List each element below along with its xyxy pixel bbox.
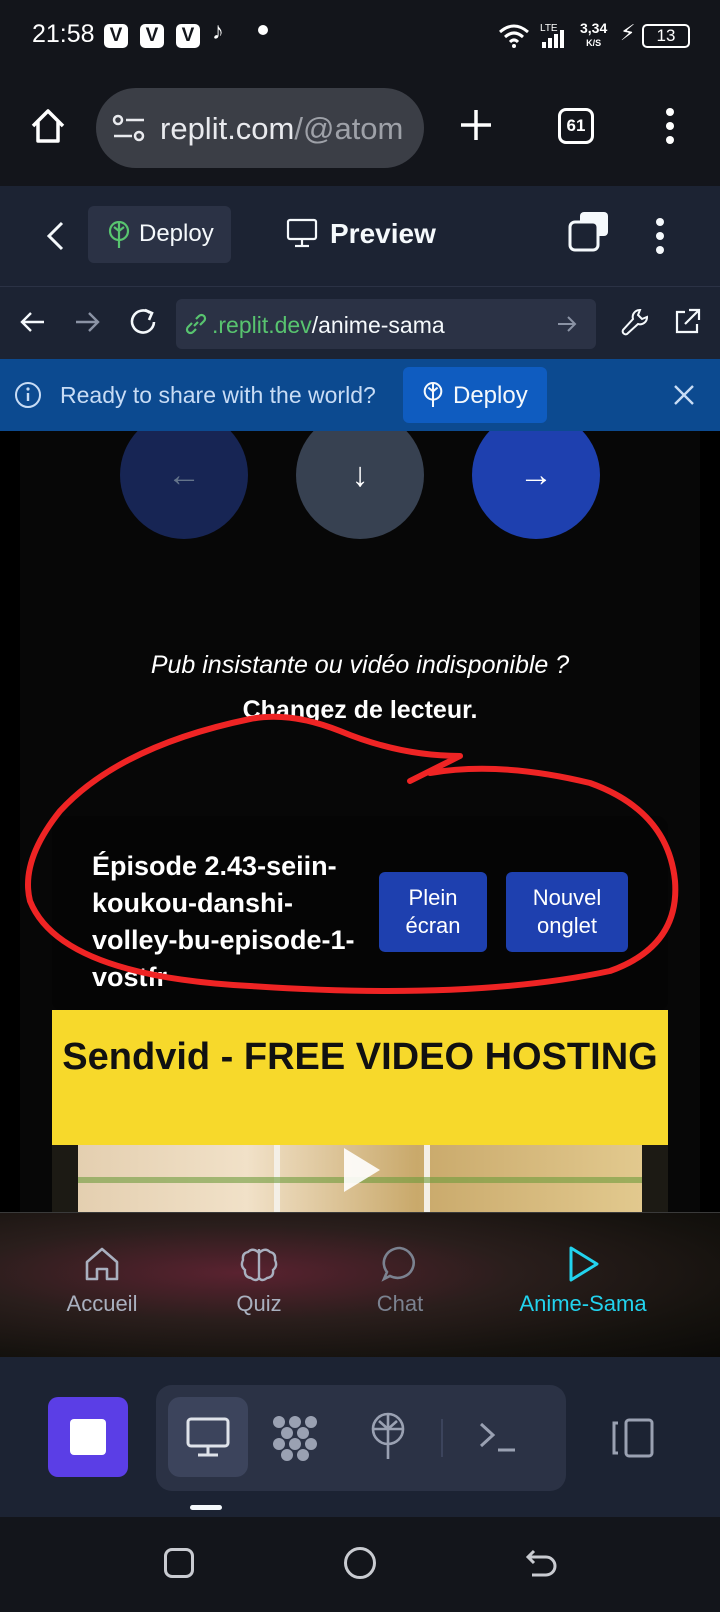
home-icon bbox=[85, 1247, 119, 1281]
banner-deploy-button[interactable]: Deploy bbox=[403, 367, 547, 423]
preview-nav-bar: .replit.dev/anime-sama bbox=[0, 287, 720, 359]
tiktok-icon: ♪ bbox=[212, 18, 224, 45]
toolbar-divider bbox=[441, 1419, 443, 1457]
open-external-icon[interactable] bbox=[672, 307, 702, 337]
banner-message: Ready to share with the world? bbox=[60, 382, 376, 408]
svg-text:LTE: LTE bbox=[540, 23, 558, 34]
replit-header: Deploy Preview bbox=[0, 186, 720, 287]
wrench-icon[interactable] bbox=[620, 307, 650, 337]
notification-v-icon: V bbox=[140, 24, 164, 48]
split-view-icon[interactable] bbox=[608, 1417, 656, 1459]
stop-icon bbox=[70, 1419, 106, 1455]
video-host-title: Sendvid - FREE VIDEO HOSTING bbox=[62, 1036, 658, 1078]
nav-label: Anime-Sama bbox=[519, 1291, 647, 1316]
nav-item-anime-sama[interactable]: Anime-Sama bbox=[508, 1245, 658, 1317]
status-bar: 21:58 V V V ♪ LTE 3,34 K/S ⚡ 13 bbox=[0, 0, 720, 72]
deploy-label: Deploy bbox=[139, 220, 214, 247]
system-nav-bar bbox=[0, 1517, 720, 1612]
close-icon[interactable] bbox=[672, 383, 696, 407]
url-host: replit.com bbox=[160, 111, 295, 146]
nav-item-quiz[interactable]: Quiz bbox=[184, 1245, 334, 1317]
signal-icon: LTE bbox=[540, 23, 564, 48]
replit-toolbar bbox=[0, 1357, 720, 1517]
url-path: /@atom bbox=[294, 111, 404, 146]
preview-title[interactable]: Preview bbox=[330, 218, 436, 250]
home-circle-icon[interactable] bbox=[344, 1547, 376, 1579]
nav-item-chat[interactable]: Chat bbox=[325, 1245, 475, 1317]
play-icon bbox=[569, 1246, 599, 1282]
workflow-dots-icon[interactable] bbox=[270, 1413, 320, 1463]
chat-bubble-icon bbox=[381, 1246, 415, 1282]
battery-level: 13 bbox=[656, 26, 676, 45]
address-text: replit.com/@atom bbox=[160, 111, 410, 147]
preview-url-field[interactable]: .replit.dev/anime-sama bbox=[176, 299, 596, 349]
nav-label: Accueil bbox=[66, 1291, 138, 1316]
multiple-windows-icon[interactable] bbox=[568, 210, 610, 252]
stop-button[interactable] bbox=[48, 1397, 128, 1477]
home-icon[interactable] bbox=[28, 106, 68, 146]
url-path: /anime-sama bbox=[311, 312, 445, 338]
back-gesture-icon[interactable] bbox=[524, 1547, 558, 1579]
tab-switcher-button[interactable]: 61 bbox=[558, 108, 594, 144]
more-vert-icon[interactable] bbox=[654, 216, 666, 256]
clock: 21:58 bbox=[32, 20, 95, 48]
monitor-icon bbox=[286, 218, 318, 248]
dot-icon bbox=[258, 25, 268, 35]
tab-count: 61 bbox=[566, 116, 586, 135]
recents-icon[interactable] bbox=[164, 1548, 194, 1578]
red-annotation-circle bbox=[25, 713, 679, 994]
net-speed-value: 3,34 bbox=[580, 20, 608, 36]
play-icon[interactable] bbox=[342, 1146, 382, 1194]
nav-label: Quiz bbox=[236, 1291, 282, 1316]
link-icon bbox=[185, 313, 207, 335]
nav-item-accueil[interactable]: Accueil bbox=[27, 1245, 177, 1317]
deploy-button[interactable]: Deploy bbox=[88, 206, 231, 263]
net-speed-unit: K/S bbox=[586, 38, 602, 48]
brain-icon bbox=[240, 1248, 278, 1282]
active-indicator bbox=[190, 1505, 222, 1510]
ad-notice: Pub insistante ou vidéo indisponible ? bbox=[150, 651, 570, 679]
charging-icon: ⚡ bbox=[620, 20, 636, 45]
terminal-icon[interactable] bbox=[478, 1419, 518, 1455]
notification-v-icon: V bbox=[176, 24, 200, 48]
video-host-banner: Sendvid - FREE VIDEO HOSTING bbox=[52, 1010, 668, 1145]
banner-deploy-label: Deploy bbox=[453, 382, 528, 409]
deploy-icon[interactable] bbox=[368, 1411, 408, 1461]
nav-label: Chat bbox=[376, 1291, 424, 1316]
back-chevron-icon[interactable] bbox=[44, 220, 68, 252]
wifi-icon bbox=[499, 24, 529, 48]
monitor-icon bbox=[186, 1417, 230, 1457]
webview-tool-button[interactable] bbox=[168, 1397, 248, 1477]
tool-switcher bbox=[156, 1385, 566, 1491]
site-settings-icon[interactable] bbox=[112, 112, 146, 144]
new-tab-icon[interactable] bbox=[459, 108, 493, 142]
battery-icon: 13 bbox=[642, 24, 690, 48]
preview-content: ← ↓ → Pub insistante ou vidéo indisponib… bbox=[0, 431, 720, 1212]
browser-toolbar: replit.com/@atom 61 bbox=[0, 72, 720, 186]
video-player[interactable]: Sendvid - FREE VIDEO HOSTING bbox=[52, 1010, 668, 1212]
preview-url-text: .replit.dev/anime-sama bbox=[212, 312, 445, 339]
back-arrow-icon[interactable] bbox=[20, 309, 46, 335]
go-arrow-icon[interactable] bbox=[556, 314, 578, 334]
net-speed: 3,34 K/S bbox=[580, 20, 608, 50]
url-domain: .replit.dev bbox=[212, 312, 312, 338]
deploy-icon bbox=[423, 381, 443, 407]
more-vert-icon[interactable] bbox=[664, 106, 676, 146]
deploy-banner: Ready to share with the world? Deploy bbox=[0, 359, 720, 431]
app-bottom-nav: Accueil Quiz Chat Anime-Sama bbox=[0, 1212, 720, 1357]
refresh-icon[interactable] bbox=[128, 307, 158, 337]
notification-v-icon: V bbox=[104, 24, 128, 48]
info-icon bbox=[15, 382, 41, 408]
address-bar[interactable]: replit.com/@atom bbox=[96, 88, 424, 168]
deploy-icon bbox=[108, 221, 130, 248]
forward-arrow-icon[interactable] bbox=[74, 309, 100, 335]
